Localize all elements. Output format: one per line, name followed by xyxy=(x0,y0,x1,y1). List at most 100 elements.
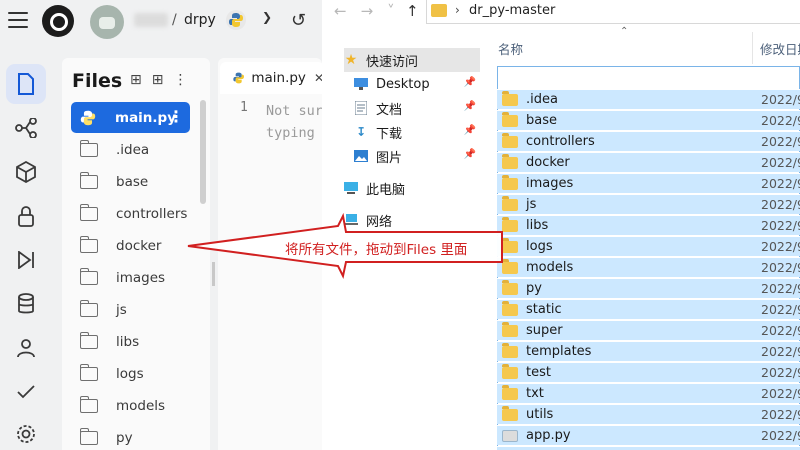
python-file-icon xyxy=(80,110,96,125)
files-icon[interactable] xyxy=(6,64,46,104)
pin-icon[interactable]: 📌 xyxy=(464,125,476,136)
item-date: 2022/9/ xyxy=(761,155,800,170)
replit-logo-icon[interactable] xyxy=(42,5,74,37)
list-item[interactable]: super 2022/9/ xyxy=(497,320,800,340)
file-item-folder[interactable]: .idea xyxy=(71,134,190,165)
avatar[interactable] xyxy=(90,5,124,39)
file-item-folder[interactable]: libs xyxy=(71,326,190,357)
nav-item-network[interactable]: 网络 xyxy=(344,208,480,232)
history-icon[interactable]: ↺ xyxy=(291,10,306,31)
settings-icon[interactable] xyxy=(6,414,46,450)
list-item[interactable]: app.py 2022/9/ xyxy=(497,425,800,445)
play-icon[interactable] xyxy=(6,240,46,280)
list-item[interactable]: libs 2022/9/ xyxy=(497,215,800,235)
repo-slash: / xyxy=(172,12,177,28)
check-icon[interactable] xyxy=(6,372,46,412)
file-item-main-py[interactable]: main.py ⋮ xyxy=(71,102,190,133)
ide-window: / drpy ❯ ↺ Files ⊞⊞⋮ main.py ⋮ .idea bas… xyxy=(0,0,322,450)
list-item[interactable]: js 2022/9/ xyxy=(497,194,800,214)
nav-label: Desktop xyxy=(376,76,430,92)
item-date: 2022/9/ xyxy=(761,218,800,233)
package-icon[interactable] xyxy=(6,152,46,192)
file-item-folder[interactable]: js xyxy=(71,294,190,325)
tab-main-py[interactable]: main.py ✕ xyxy=(220,62,322,94)
file-item-folder[interactable]: base xyxy=(71,166,190,197)
list-item[interactable]: images 2022/9/ xyxy=(497,173,800,193)
pictures-icon xyxy=(354,149,368,163)
list-item[interactable]: logs 2022/9/ xyxy=(497,236,800,256)
file-menu-icon[interactable]: ⋮ xyxy=(168,107,184,126)
item-date: 2022/9/ xyxy=(761,281,800,296)
item-name: static xyxy=(526,302,562,317)
nav-item-documents[interactable]: 文档 📌 xyxy=(354,96,480,120)
new-file-icon[interactable]: ⊞ xyxy=(130,72,152,88)
folder-icon xyxy=(79,203,98,221)
nav-item-pictures[interactable]: 图片 📌 xyxy=(354,144,480,168)
folder-icon xyxy=(502,279,518,295)
path-box[interactable]: › dr_py-master xyxy=(426,0,800,24)
files-scrollbar[interactable] xyxy=(200,100,206,204)
pin-icon[interactable]: 📌 xyxy=(464,101,476,112)
code-text[interactable]: Not sur typing xyxy=(266,100,322,144)
item-date: 2022/9/ xyxy=(761,386,800,401)
code-line: typing xyxy=(266,125,315,141)
file-label: controllers xyxy=(116,205,188,222)
column-name[interactable]: 名称 xyxy=(498,39,523,58)
chevron-down-icon[interactable]: ❯ xyxy=(262,10,272,24)
tool-rail xyxy=(0,58,52,450)
item-name: py xyxy=(526,281,542,296)
item-date: 2022/9/ xyxy=(761,239,800,254)
list-item[interactable]: models 2022/9/ xyxy=(497,257,800,277)
file-label: logs xyxy=(116,365,144,382)
item-name: libs xyxy=(526,218,549,233)
nav-item-quick-access[interactable]: ★ 快速访问 xyxy=(344,48,480,72)
column-date[interactable]: 修改日期 xyxy=(760,39,800,58)
new-folder-icon[interactable]: ⊞ xyxy=(152,72,174,88)
file-item-folder[interactable]: images xyxy=(71,262,190,293)
chevron-right-icon[interactable]: › xyxy=(455,3,460,17)
up-arrow-icon[interactable]: ↑ xyxy=(406,2,419,20)
close-icon[interactable]: ✕ xyxy=(314,71,322,85)
files-pane: Files ⊞⊞⋮ main.py ⋮ .idea base controlle… xyxy=(62,58,210,450)
list-item[interactable]: app.sh2022/9/ xyxy=(497,446,800,450)
file-item-folder[interactable]: docker xyxy=(71,230,190,261)
hamburger-menu-icon[interactable] xyxy=(8,12,28,30)
file-explorer-window: ←→˅ ↑ › dr_py-master ★ 快速访问 Desktop 📌 文档… xyxy=(322,0,800,450)
git-icon[interactable] xyxy=(6,108,46,148)
folder-icon xyxy=(502,90,518,106)
list-item[interactable]: base 2022/9/ xyxy=(497,110,800,130)
folder-icon xyxy=(79,139,98,157)
pin-icon[interactable]: 📌 xyxy=(464,77,476,88)
pane-resize-handle[interactable] xyxy=(212,262,215,286)
list-item[interactable]: py 2022/9/ xyxy=(497,278,800,298)
nav-item-this-pc[interactable]: 此电脑 xyxy=(344,176,480,200)
list-item[interactable]: static 2022/9/ xyxy=(497,299,800,319)
list-item[interactable]: utils 2022/9/ xyxy=(497,404,800,424)
item-name: app.py xyxy=(526,428,571,443)
list-item[interactable]: docker 2022/9/ xyxy=(497,152,800,172)
repo-name[interactable]: drpy xyxy=(184,12,216,28)
lock-icon[interactable] xyxy=(6,196,46,236)
list-item[interactable]: controllers 2022/9/ xyxy=(497,131,800,151)
document-icon xyxy=(354,101,368,115)
file-label: images xyxy=(116,269,166,286)
item-date: 2022/9/ xyxy=(761,134,800,149)
user-icon[interactable] xyxy=(6,328,46,368)
database-icon[interactable] xyxy=(6,284,46,324)
nav-item-downloads[interactable]: ↧ 下载 📌 xyxy=(354,120,480,144)
list-item[interactable]: .idea 2022/9/ xyxy=(497,89,800,109)
column-divider[interactable] xyxy=(752,32,753,64)
desktop-icon xyxy=(354,77,368,91)
folder-icon xyxy=(502,195,518,211)
pin-icon[interactable]: 📌 xyxy=(464,149,476,160)
file-item-folder[interactable]: logs xyxy=(71,358,190,389)
nav-item-desktop[interactable]: Desktop 📌 xyxy=(354,72,480,96)
file-item-folder[interactable]: controllers xyxy=(71,198,190,229)
back-forward-buttons[interactable]: ←→˅ xyxy=(334,2,409,20)
list-item[interactable]: txt 2022/9/ xyxy=(497,383,800,403)
more-icon[interactable]: ⋮ xyxy=(173,72,197,88)
list-item[interactable]: templates 2022/9/ xyxy=(497,341,800,361)
list-item[interactable]: test 2022/9/ xyxy=(497,362,800,382)
file-item-folder[interactable]: py xyxy=(71,422,190,450)
file-item-folder[interactable]: models xyxy=(71,390,190,421)
